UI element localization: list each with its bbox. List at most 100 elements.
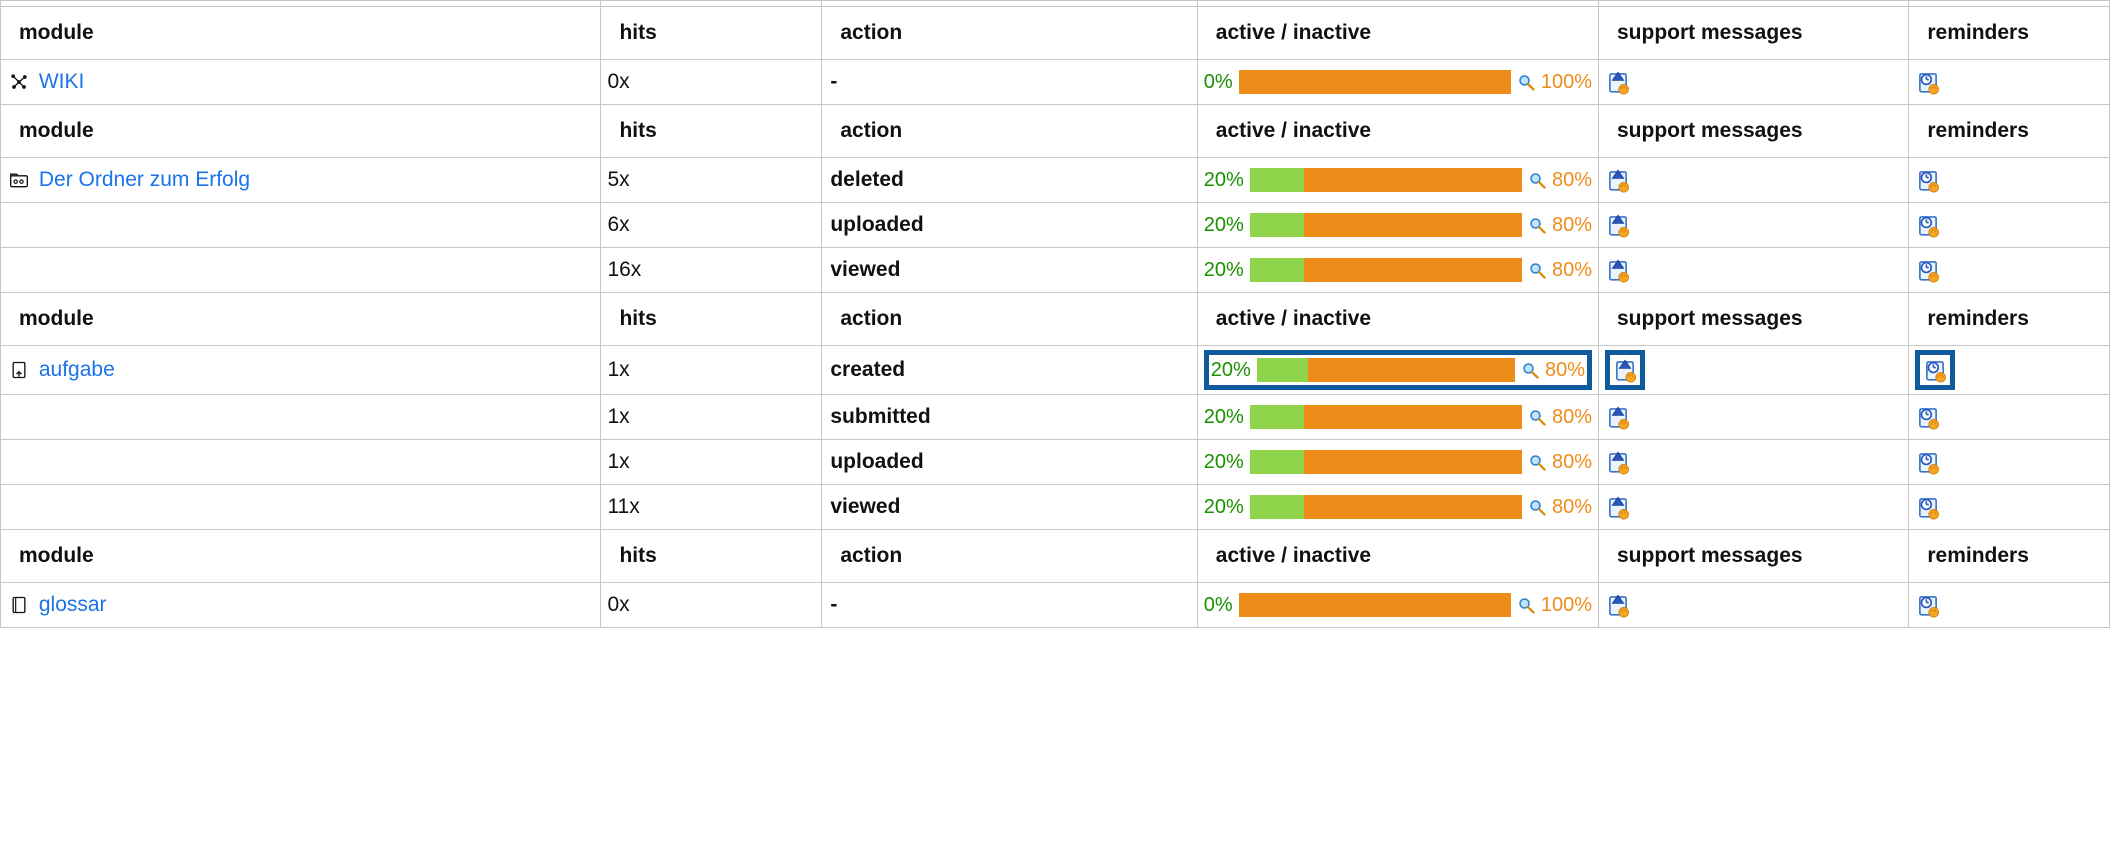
- support-cell: [1598, 440, 1908, 485]
- active-cell: 20% 80%: [1197, 395, 1598, 440]
- col-header-module: module: [1, 530, 601, 583]
- support-message-icon[interactable]: [1605, 167, 1631, 193]
- table-row: 16xviewed20% 80%: [1, 248, 2110, 293]
- inactive-pct: 80%: [1552, 406, 1592, 429]
- active-inactive-widget[interactable]: 20% 80%: [1204, 211, 1592, 239]
- support-message-icon[interactable]: [1612, 357, 1638, 383]
- inactive-pct: 100%: [1541, 594, 1592, 617]
- reminder-cell: [1909, 203, 2110, 248]
- reminder-icon[interactable]: [1915, 404, 1941, 430]
- inactive-pct: 80%: [1545, 359, 1585, 382]
- magnifier-icon[interactable]: [1521, 361, 1539, 379]
- col-header-hits: hits: [601, 105, 822, 158]
- col-header-reminders: reminders: [1909, 293, 2110, 346]
- table-header-row: modulehitsactionactive / inactivesupport…: [1, 7, 2110, 60]
- support-message-icon[interactable]: [1605, 404, 1631, 430]
- support-cell: [1598, 158, 1908, 203]
- assignment-icon: [9, 360, 29, 380]
- active-inactive-widget[interactable]: 20% 80%: [1211, 356, 1585, 384]
- active-pct: 20%: [1204, 406, 1244, 429]
- support-message-icon[interactable]: [1605, 449, 1631, 475]
- magnifier-icon[interactable]: [1528, 498, 1546, 516]
- active-cell: 20% 80%: [1197, 248, 1598, 293]
- support-message-icon[interactable]: [1605, 212, 1631, 238]
- reminder-icon[interactable]: [1915, 449, 1941, 475]
- active-bar: [1239, 593, 1511, 617]
- active-inactive-widget[interactable]: 20% 80%: [1204, 166, 1592, 194]
- col-header-action: action: [822, 530, 1197, 583]
- action-cell: viewed: [822, 248, 1197, 293]
- module-cell: [1, 248, 601, 293]
- col-header-action: action: [822, 7, 1197, 60]
- support-cell: [1598, 395, 1908, 440]
- active-pct: 20%: [1204, 259, 1244, 282]
- magnifier-icon[interactable]: [1528, 453, 1546, 471]
- module-link[interactable]: WIKI: [39, 70, 85, 93]
- reminder-icon[interactable]: [1915, 494, 1941, 520]
- table-header-row: modulehitsactionactive / inactivesupport…: [1, 293, 2110, 346]
- col-header-module: module: [1, 293, 601, 346]
- module-cell: glossar: [1, 583, 601, 628]
- col-header-hits: hits: [601, 293, 822, 346]
- active-inactive-widget[interactable]: 20% 80%: [1204, 256, 1592, 284]
- active-inactive-widget[interactable]: 0% 100%: [1204, 591, 1592, 619]
- support-message-icon[interactable]: [1605, 592, 1631, 618]
- inactive-pct: 100%: [1541, 71, 1592, 94]
- magnifier-icon[interactable]: [1528, 261, 1546, 279]
- col-header-module: module: [1, 7, 601, 60]
- magnifier-icon[interactable]: [1528, 408, 1546, 426]
- table-row: 11xviewed20% 80%: [1, 485, 2110, 530]
- module-link[interactable]: glossar: [39, 593, 107, 616]
- active-cell: 20% 80%: [1197, 158, 1598, 203]
- table-row: Der Ordner zum Erfolg5xdeleted20% 80%: [1, 158, 2110, 203]
- reminder-cell: [1909, 346, 2110, 395]
- reminder-cell: [1909, 440, 2110, 485]
- magnifier-icon[interactable]: [1517, 73, 1535, 91]
- support-message-icon[interactable]: [1605, 69, 1631, 95]
- active-inactive-widget[interactable]: 20% 80%: [1204, 448, 1592, 476]
- col-header-hits: hits: [601, 7, 822, 60]
- reminder-cell: [1909, 395, 2110, 440]
- active-bar: [1257, 358, 1515, 382]
- reminder-icon[interactable]: [1915, 257, 1941, 283]
- reminder-icon[interactable]: [1915, 69, 1941, 95]
- hits-cell: 0x: [601, 60, 822, 105]
- magnifier-icon[interactable]: [1517, 596, 1535, 614]
- reminder-icon[interactable]: [1915, 592, 1941, 618]
- active-bar: [1250, 168, 1522, 192]
- hits-cell: 1x: [601, 440, 822, 485]
- support-message-icon[interactable]: [1605, 257, 1631, 283]
- hits-cell: 1x: [601, 346, 822, 395]
- table-header-row: modulehitsactionactive / inactivesupport…: [1, 530, 2110, 583]
- active-bar: [1250, 405, 1522, 429]
- module-link[interactable]: Der Ordner zum Erfolg: [39, 168, 250, 191]
- reminder-icon[interactable]: [1915, 167, 1941, 193]
- module-cell: aufgabe: [1, 346, 601, 395]
- col-header-active: active / inactive: [1197, 530, 1598, 583]
- support-message-icon[interactable]: [1605, 494, 1631, 520]
- active-pct: 0%: [1204, 71, 1233, 94]
- table-row: 1xsubmitted20% 80%: [1, 395, 2110, 440]
- module-link[interactable]: aufgabe: [39, 358, 115, 381]
- action-cell: submitted: [822, 395, 1197, 440]
- active-cell: 20% 80%: [1197, 440, 1598, 485]
- reminder-icon[interactable]: [1922, 357, 1948, 383]
- reminder-icon[interactable]: [1915, 212, 1941, 238]
- magnifier-icon[interactable]: [1528, 216, 1546, 234]
- reminder-cell: [1909, 485, 2110, 530]
- active-inactive-widget[interactable]: 0% 100%: [1204, 68, 1592, 96]
- active-inactive-widget[interactable]: 20% 80%: [1204, 493, 1592, 521]
- active-inactive-widget[interactable]: 20% 80%: [1204, 403, 1592, 431]
- col-header-support: support messages: [1598, 530, 1908, 583]
- table-row: 1xuploaded20% 80%: [1, 440, 2110, 485]
- table-row: aufgabe1xcreated20% 80%: [1, 346, 2110, 395]
- col-header-reminders: reminders: [1909, 7, 2110, 60]
- active-pct: 20%: [1204, 169, 1244, 192]
- active-bar: [1250, 213, 1522, 237]
- table-row: WIKI0x-0% 100%: [1, 60, 2110, 105]
- support-cell: [1598, 485, 1908, 530]
- magnifier-icon[interactable]: [1528, 171, 1546, 189]
- action-cell: viewed: [822, 485, 1197, 530]
- active-cell: 20% 80%: [1197, 203, 1598, 248]
- col-header-active: active / inactive: [1197, 105, 1598, 158]
